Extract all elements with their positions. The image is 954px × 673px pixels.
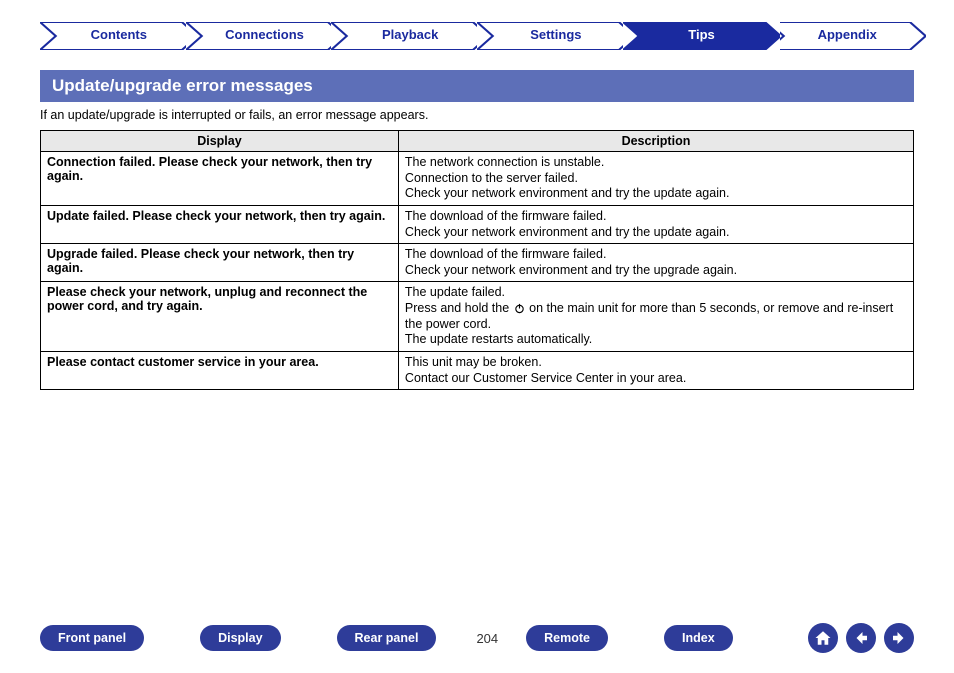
display-cell: Update failed. Please check your network…: [41, 205, 399, 243]
tab-settings[interactable]: Settings: [477, 22, 635, 50]
description-line: Check your network environment and try t…: [405, 186, 907, 202]
description-line: Contact our Customer Service Center in y…: [405, 371, 907, 387]
power-icon: [513, 301, 526, 315]
tab-label: Tips: [688, 27, 715, 42]
description-line: Press and hold the on the main unit for …: [405, 301, 907, 332]
table-row: Please check your network, unplug and re…: [41, 282, 914, 352]
display-cell: Connection failed. Please check your net…: [41, 152, 399, 206]
error-table: Display Description Connection failed. P…: [40, 130, 914, 390]
next-page-icon[interactable]: [884, 623, 914, 653]
front-panel-button[interactable]: Front panel: [40, 625, 144, 651]
description-line: The update restarts automatically.: [405, 332, 907, 348]
tab-contents[interactable]: Contents: [40, 22, 198, 50]
tab-connections[interactable]: Connections: [186, 22, 344, 50]
prev-page-icon[interactable]: [846, 623, 876, 653]
description-cell: The download of the firmware failed.Chec…: [398, 205, 913, 243]
description-line: The download of the firmware failed.: [405, 247, 907, 263]
display-cell: Please check your network, unplug and re…: [41, 282, 399, 352]
table-row: Upgrade failed. Please check your networ…: [41, 244, 914, 282]
display-button[interactable]: Display: [200, 625, 280, 651]
table-row: Connection failed. Please check your net…: [41, 152, 914, 206]
description-cell: The update failed.Press and hold the on …: [398, 282, 913, 352]
col-header-description: Description: [398, 131, 913, 152]
tab-label: Connections: [225, 27, 304, 42]
description-cell: The download of the firmware failed.Chec…: [398, 244, 913, 282]
remote-button[interactable]: Remote: [526, 625, 608, 651]
section-intro: If an update/upgrade is interrupted or f…: [40, 108, 914, 122]
home-icon[interactable]: [808, 623, 838, 653]
display-cell: Please contact customer service in your …: [41, 351, 399, 389]
description-line: Check your network environment and try t…: [405, 263, 907, 279]
col-header-display: Display: [41, 131, 399, 152]
description-cell: The network connection is unstable.Conne…: [398, 152, 913, 206]
table-row: Please contact customer service in your …: [41, 351, 914, 389]
tab-bar: Contents Connections Playback Settings Tips A…: [0, 0, 954, 50]
description-line: The network connection is unstable.: [405, 155, 907, 171]
section-title: Update/upgrade error messages: [40, 70, 914, 102]
tab-label: Appendix: [818, 27, 877, 42]
index-button[interactable]: Index: [664, 625, 733, 651]
description-line: Check your network environment and try t…: [405, 225, 907, 241]
description-line: Connection to the server failed.: [405, 171, 907, 187]
tab-label: Contents: [91, 27, 147, 42]
footer-bar: Front panel Display Rear panel 204 Remote Ind…: [0, 623, 954, 653]
page-number: 204: [476, 631, 498, 646]
tab-playback[interactable]: Playback: [331, 22, 489, 50]
nav-icons: [808, 623, 914, 653]
description-line: This unit may be broken.: [405, 355, 907, 371]
tab-appendix[interactable]: Appendix: [768, 22, 926, 50]
description-cell: This unit may be broken.Contact our Cust…: [398, 351, 913, 389]
tab-label: Settings: [530, 27, 581, 42]
description-line: The update failed.: [405, 285, 907, 301]
display-cell: Upgrade failed. Please check your networ…: [41, 244, 399, 282]
table-row: Update failed. Please check your network…: [41, 205, 914, 243]
description-line: The download of the firmware failed.: [405, 209, 907, 225]
rear-panel-button[interactable]: Rear panel: [337, 625, 437, 651]
tab-tips[interactable]: Tips: [623, 22, 781, 50]
tab-label: Playback: [382, 27, 438, 42]
